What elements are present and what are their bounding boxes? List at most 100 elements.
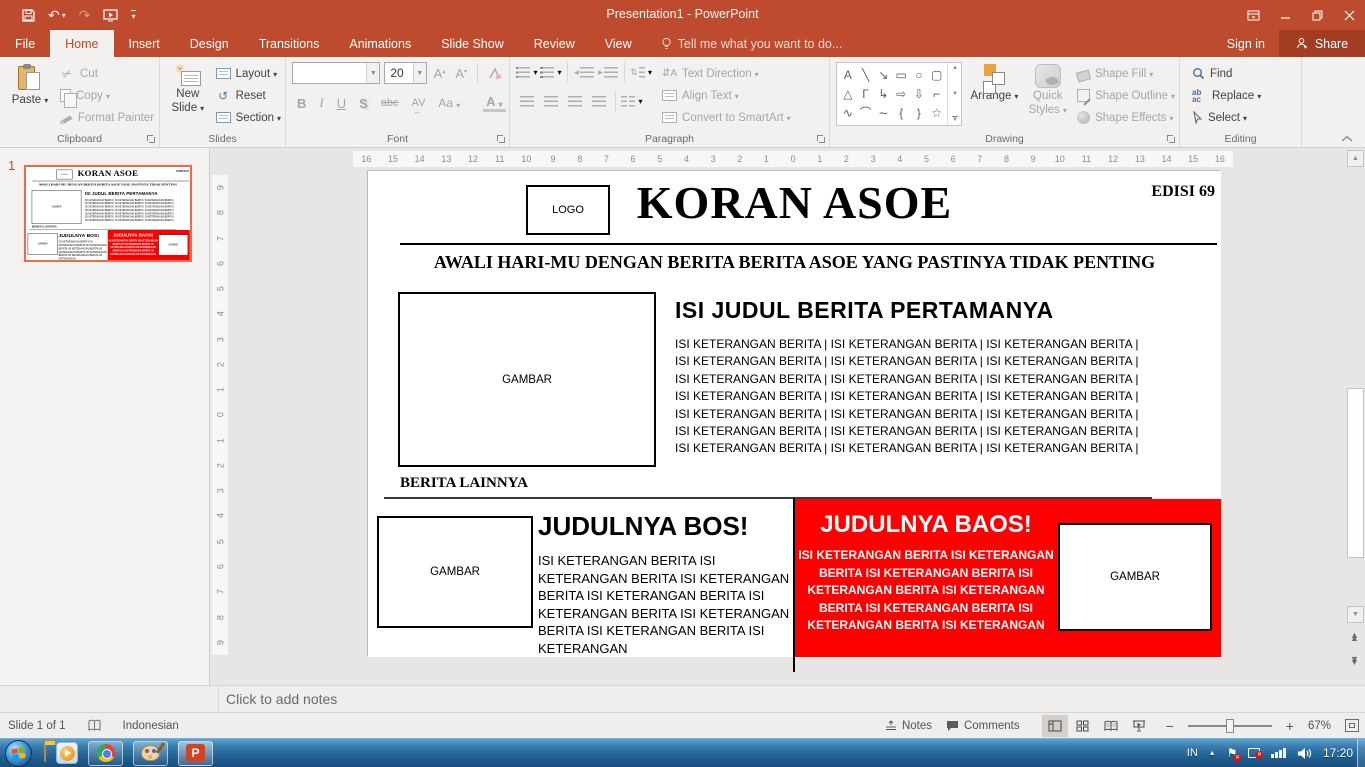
- font-size-combo[interactable]: ▼: [384, 62, 426, 84]
- zoom-slider[interactable]: [1188, 725, 1272, 727]
- arrange-button[interactable]: Arrange: [970, 62, 1018, 103]
- clock[interactable]: 17:20: [1323, 746, 1353, 760]
- signal-strength-icon[interactable]: [1271, 748, 1286, 758]
- copy-button[interactable]: Copy: [60, 86, 154, 105]
- italic-button[interactable]: I: [316, 95, 326, 111]
- shape-icon[interactable]: Γ: [857, 84, 875, 103]
- tab-file[interactable]: File: [0, 30, 50, 57]
- convert-to-smartart-button[interactable]: Convert to SmartArt: [662, 108, 791, 127]
- collapse-ribbon-icon[interactable]: [1341, 135, 1353, 142]
- zoom-out-button[interactable]: −: [1166, 718, 1174, 734]
- select-button[interactable]: Select: [1192, 108, 1297, 127]
- change-case-button[interactable]: Aa: [435, 96, 463, 110]
- sign-in-link[interactable]: Sign in: [1227, 30, 1265, 57]
- font-color-button[interactable]: A: [483, 94, 505, 112]
- slide-sorter-view-button[interactable]: [1070, 715, 1096, 737]
- minimize-button[interactable]: [1269, 0, 1301, 30]
- article2-textbox[interactable]: JUDULNYA BOS! ISI KETERANGAN BERITA ISI …: [538, 511, 794, 657]
- font-dialog-launcher-icon[interactable]: [496, 134, 506, 144]
- shape-icon[interactable]: ↳: [874, 84, 892, 103]
- align-center-button[interactable]: [540, 91, 562, 111]
- article3-image-placeholder[interactable]: GAMBAR: [1058, 523, 1212, 631]
- text-shadow-button[interactable]: S: [356, 96, 371, 111]
- section-heading[interactable]: BERITA LAINNYA: [400, 475, 528, 492]
- find-button[interactable]: Find: [1192, 64, 1297, 83]
- show-desktop-button[interactable]: [1357, 739, 1365, 767]
- chrome-taskbar-button[interactable]: [88, 741, 123, 766]
- columns-button[interactable]: [621, 91, 643, 111]
- font-name-combo[interactable]: ▼: [292, 62, 380, 84]
- decrease-font-size-button[interactable]: A: [452, 66, 470, 81]
- drawing-dialog-launcher-icon[interactable]: [1166, 134, 1176, 144]
- file-explorer-icon[interactable]: [44, 744, 46, 762]
- tab-animations[interactable]: Animations: [334, 30, 426, 57]
- zoom-in-button[interactable]: +: [1286, 718, 1294, 734]
- shape-icon[interactable]: ▢: [928, 65, 946, 84]
- tab-review[interactable]: Review: [519, 30, 590, 57]
- numbering-button[interactable]: [540, 62, 562, 82]
- shape-icon[interactable]: }: [910, 104, 928, 123]
- shape-icon[interactable]: A: [839, 65, 857, 84]
- scroll-down-icon[interactable]: ▼: [952, 91, 958, 97]
- clear-formatting-button[interactable]: [485, 67, 505, 80]
- zoom-percentage[interactable]: 67%: [1308, 720, 1331, 732]
- tab-slide-show[interactable]: Slide Show: [426, 30, 519, 57]
- edition-label[interactable]: EDISI 69: [1151, 183, 1215, 201]
- zoom-slider-thumb[interactable]: [1226, 719, 1234, 733]
- notes-placeholder[interactable]: Click to add notes: [226, 686, 337, 712]
- more-shapes-icon[interactable]: ▼: [952, 116, 958, 123]
- layout-button[interactable]: Layout: [216, 64, 281, 83]
- align-right-button[interactable]: [564, 91, 586, 111]
- article3-red-box[interactable]: JUDULNYA BAOS! ISI KETERANGAN BERITA ISI…: [794, 499, 1221, 657]
- bold-button[interactable]: B: [294, 96, 309, 111]
- article1-textbox[interactable]: ISI JUDUL BERITA PERTAMANYA ISI KETERANG…: [675, 297, 1215, 458]
- chevron-down-icon[interactable]: ▼: [366, 63, 379, 83]
- article3-red-box[interactable]: JUDULNYA BAOS! ISI KETERANGAN BERITA ISI…: [108, 230, 190, 260]
- action-center-icon[interactable]: ⚑✕: [1227, 746, 1238, 760]
- tab-insert[interactable]: Insert: [114, 30, 175, 57]
- paste-button[interactable]: Paste: [6, 62, 54, 131]
- text-direction-button[interactable]: ⇵AText Direction: [662, 64, 791, 83]
- shape-fill-button[interactable]: Shape Fill: [1077, 64, 1175, 83]
- section-button[interactable]: Section: [216, 108, 281, 127]
- reading-view-button[interactable]: [1098, 715, 1124, 737]
- replace-button[interactable]: abacReplace: [1192, 86, 1297, 105]
- volume-icon[interactable]: [1297, 747, 1312, 760]
- comments-toggle-button[interactable]: Comments: [946, 720, 1020, 732]
- align-text-button[interactable]: Align Text: [662, 86, 791, 105]
- shape-icon[interactable]: ☆: [928, 104, 946, 123]
- article3-textbox[interactable]: JUDULNYA BAOS! ISI KETERANGAN BERITA ISI…: [109, 232, 158, 256]
- article3-textbox[interactable]: JUDULNYA BAOS! ISI KETERANGAN BERITA ISI…: [798, 511, 1054, 635]
- shape-icon[interactable]: ↘: [874, 65, 892, 84]
- shape-outline-button[interactable]: Shape Outline: [1077, 86, 1175, 105]
- chevron-down-icon[interactable]: ▼: [413, 63, 426, 83]
- character-spacing-button[interactable]: AV: [409, 97, 429, 109]
- spell-check-icon[interactable]: [88, 719, 101, 732]
- article2-image-placeholder[interactable]: GAMBAR: [28, 233, 58, 255]
- show-hidden-icons-button[interactable]: ▲: [1209, 750, 1216, 757]
- fit-slide-to-window-button[interactable]: [1345, 719, 1359, 732]
- align-left-button[interactable]: [516, 91, 538, 111]
- article1-image-placeholder[interactable]: GAMBAR: [32, 190, 82, 224]
- clipboard-dialog-launcher-icon[interactable]: [146, 134, 156, 144]
- shape-icon[interactable]: ∼: [874, 104, 892, 123]
- format-painter-button[interactable]: Format Painter: [60, 108, 154, 127]
- underline-button[interactable]: U: [334, 96, 349, 111]
- share-button[interactable]: Share: [1279, 30, 1365, 57]
- shape-icon[interactable]: △: [839, 84, 857, 103]
- cut-button[interactable]: Cut: [60, 64, 154, 83]
- quick-styles-button[interactable]: Quick Styles: [1026, 62, 1069, 117]
- justify-button[interactable]: [588, 91, 610, 111]
- slide-show-button[interactable]: [1126, 715, 1152, 737]
- scroll-up-button[interactable]: ▲: [1347, 150, 1364, 167]
- tab-transitions[interactable]: Transitions: [244, 30, 335, 57]
- tagline-text[interactable]: AWALI HARI-MU DENGAN BERITA BERITA ASOE …: [26, 183, 190, 187]
- paragraph-dialog-launcher-icon[interactable]: [816, 134, 826, 144]
- decrease-indent-button[interactable]: ◂: [573, 62, 595, 82]
- slide-counter[interactable]: Slide 1 of 1: [8, 720, 66, 732]
- article2-textbox[interactable]: JUDULNYA BOS! ISI KETERANGAN BERITA ISI …: [59, 232, 108, 260]
- ribbon-display-options-icon[interactable]: [1237, 0, 1269, 30]
- tab-design[interactable]: Design: [175, 30, 244, 57]
- line-spacing-button[interactable]: ⇅: [630, 62, 652, 82]
- shape-effects-button[interactable]: Shape Effects: [1077, 108, 1175, 127]
